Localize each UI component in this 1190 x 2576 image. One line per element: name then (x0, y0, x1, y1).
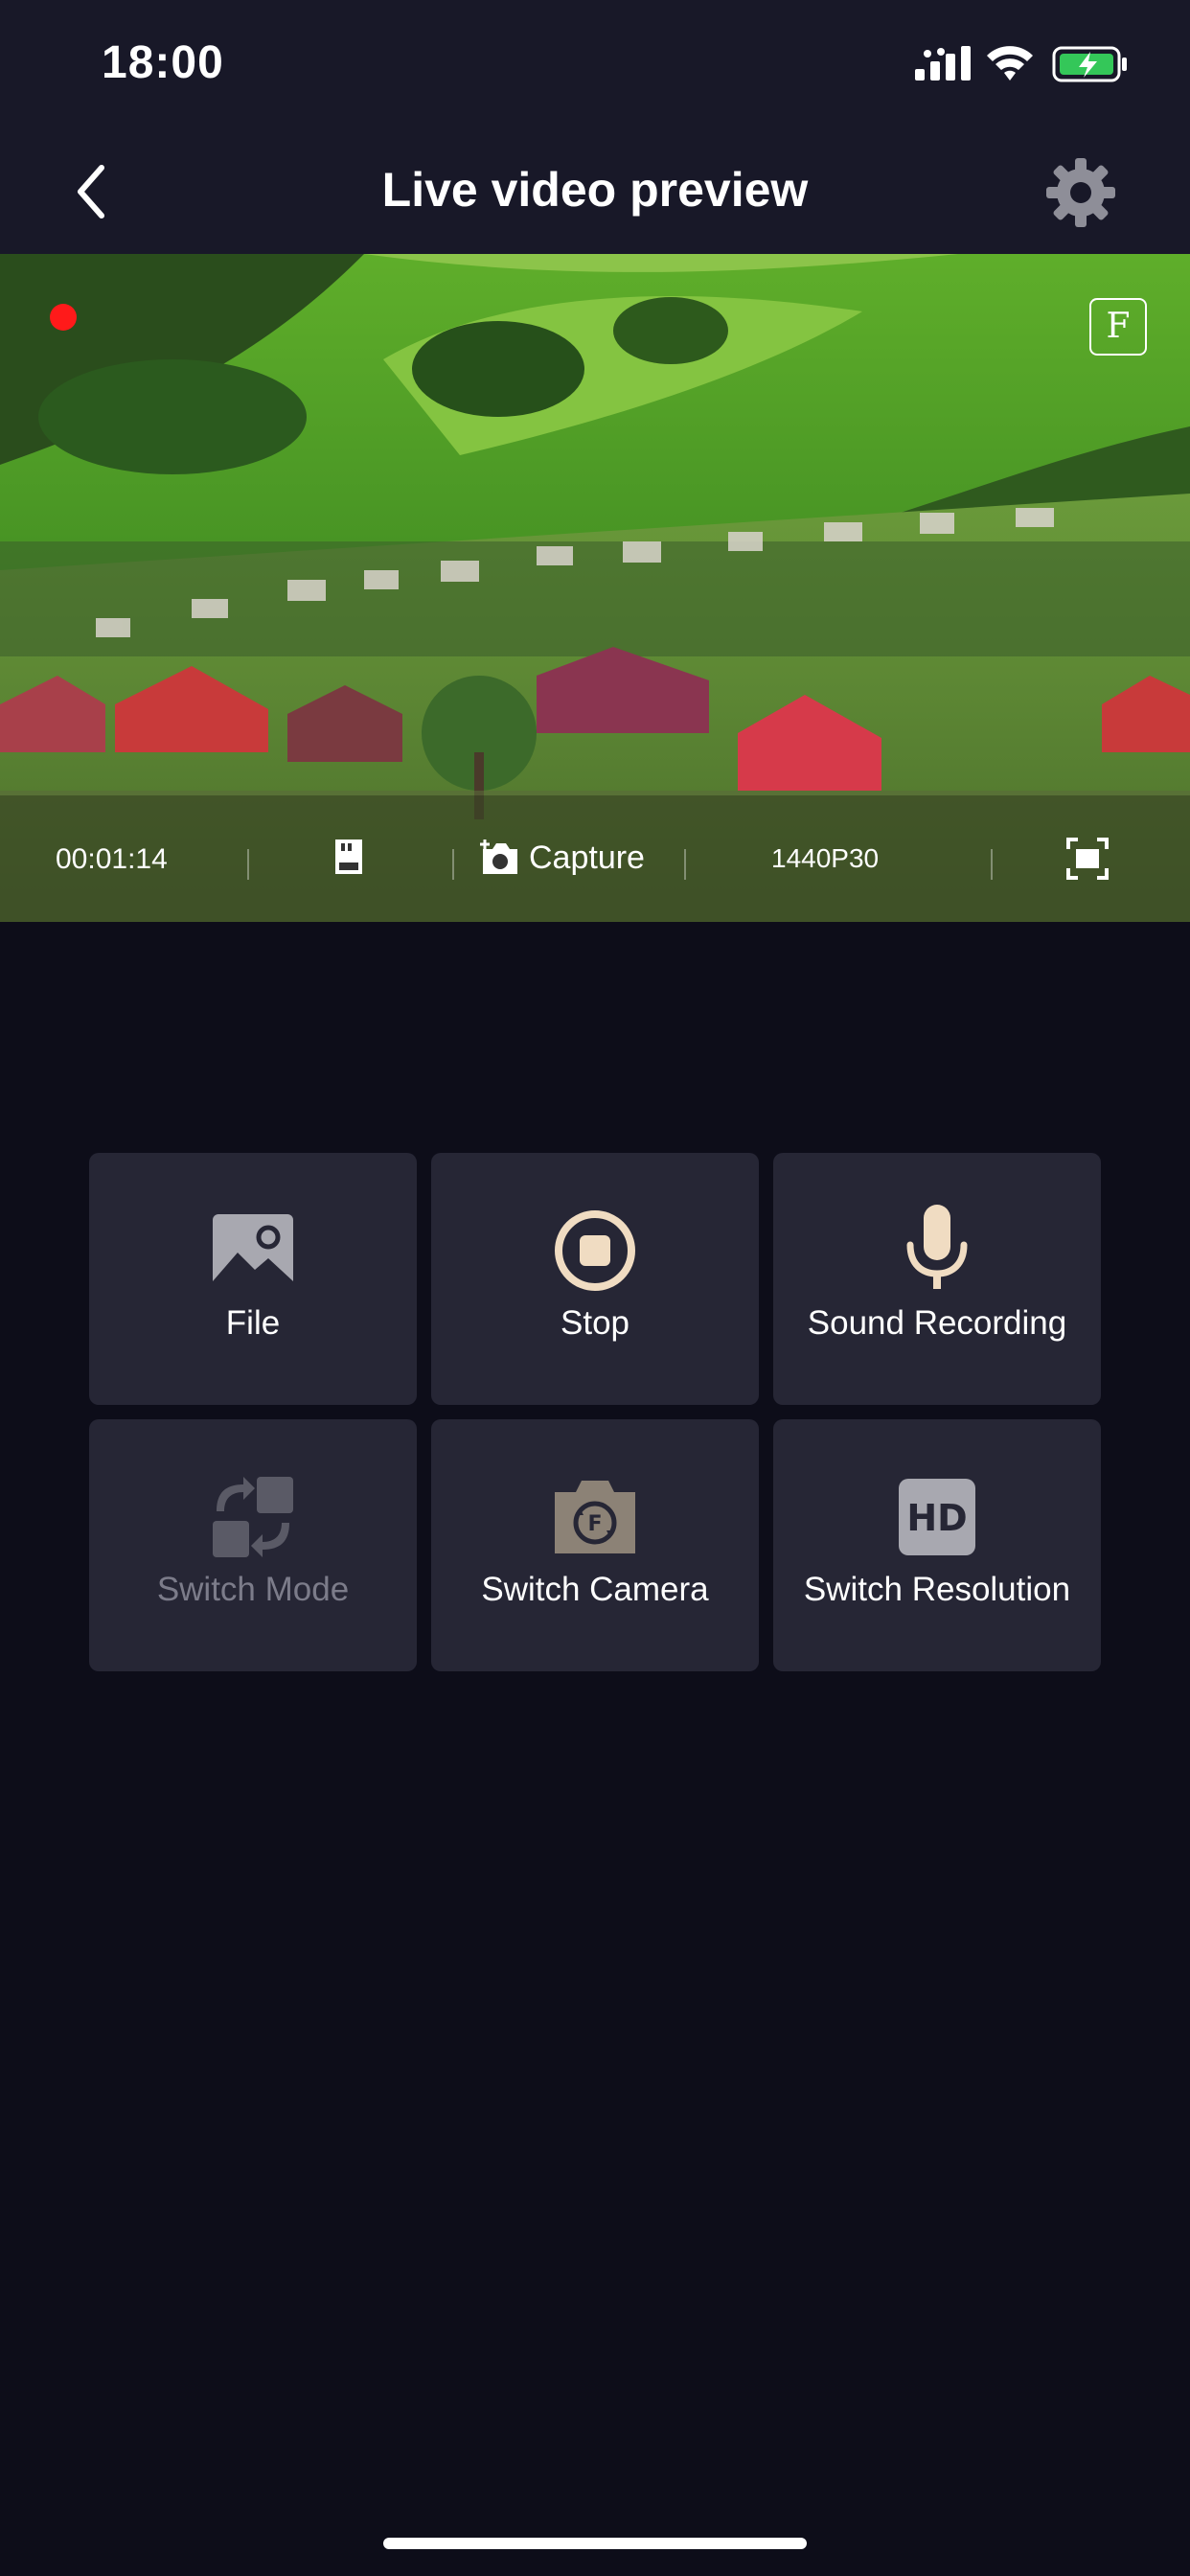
nav-bar: Live video preview (0, 129, 1190, 254)
camera-plus-icon (480, 840, 517, 874)
switch-mode-label: Switch Mode (156, 1571, 350, 1608)
video-preview[interactable]: F 00:01:14 Capture 1440P30 (0, 254, 1190, 922)
file-button[interactable]: File (89, 1153, 417, 1405)
divider (684, 849, 686, 880)
divider (247, 849, 249, 880)
switch-camera-label: Switch Camera (481, 1571, 709, 1608)
wifi-icon (987, 46, 1033, 80)
divider (452, 849, 454, 880)
switch-resolution-label: Switch Resolution (803, 1571, 1071, 1608)
battery-charging-icon (1052, 46, 1127, 82)
resolution-label[interactable]: 1440P30 (771, 843, 879, 874)
capture-button[interactable]: Capture (479, 834, 645, 882)
stop-icon (555, 1210, 635, 1291)
switch-camera-icon: F (555, 1481, 635, 1553)
divider (991, 849, 993, 880)
switch-resolution-button[interactable]: HD Switch Resolution (773, 1419, 1101, 1671)
video-toolbar: 00:01:14 Capture 1440P30 (0, 795, 1190, 922)
switch-mode-button[interactable]: Switch Mode (89, 1419, 417, 1671)
stop-button[interactable]: Stop (431, 1153, 759, 1405)
recording-indicator (50, 304, 77, 331)
svg-text:HD: HD (906, 1497, 967, 1539)
file-label: File (225, 1304, 281, 1342)
elapsed-time: 00:01:14 (56, 843, 168, 875)
microphone-icon (906, 1205, 968, 1289)
sound-recording-button[interactable]: Sound Recording (773, 1153, 1101, 1405)
gear-icon[interactable] (1044, 156, 1117, 229)
status-bar: 18:00 (0, 0, 1190, 129)
status-time: 18:00 (102, 37, 224, 88)
signal-icon (915, 46, 971, 80)
capture-label: Capture (529, 839, 645, 876)
switch-camera-button[interactable]: F Switch Camera (431, 1419, 759, 1671)
svg-text:F: F (587, 1512, 602, 1536)
home-indicator (383, 2538, 807, 2549)
stop-label: Stop (561, 1304, 629, 1342)
switch-mode-icon (213, 1477, 293, 1557)
sound-recording-label: Sound Recording (807, 1304, 1067, 1342)
f-badge: F (1089, 298, 1147, 356)
hd-icon: HD (899, 1479, 975, 1555)
page-title: Live video preview (381, 163, 809, 217)
sd-card-icon[interactable] (332, 838, 366, 876)
image-icon (213, 1214, 293, 1287)
fullscreen-icon[interactable] (1066, 838, 1109, 880)
